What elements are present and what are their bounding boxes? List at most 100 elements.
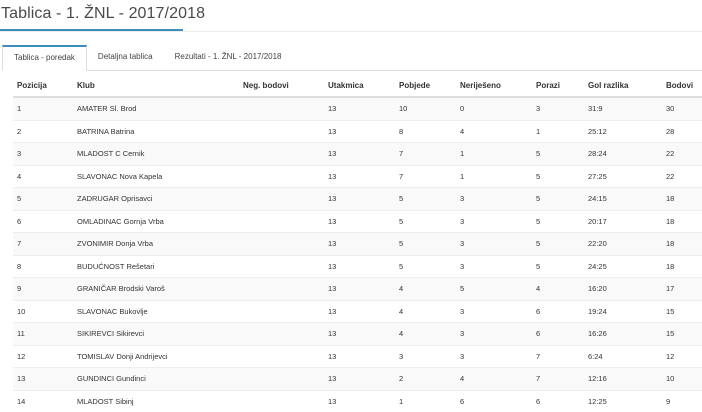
col-gol-razlika-cell: 22:20 bbox=[584, 232, 662, 255]
col-neg-bodovi-cell bbox=[239, 277, 324, 300]
col-pozicija-header[interactable]: Pozicija bbox=[13, 75, 73, 98]
col-klub-cell: BATRINA Batrina bbox=[73, 119, 239, 143]
col-nerijeseno-cell: 4 bbox=[456, 367, 532, 390]
col-pobjede-header[interactable]: Pobjede bbox=[395, 75, 456, 98]
col-pobjede-cell: 7 bbox=[395, 164, 456, 188]
col-nerijeseno-cell: 3 bbox=[456, 209, 532, 233]
col-pobjede-cell: 4 bbox=[395, 322, 456, 345]
table-row: 9 GRANIČAR Brodski Varoš 13 4 5 4 16:20 17 bbox=[13, 277, 702, 300]
col-utakmica-cell: 13 bbox=[324, 322, 395, 345]
col-pobjede-cell: 4 bbox=[395, 299, 456, 323]
col-gol-razlika-cell: 16:20 bbox=[584, 277, 662, 300]
col-pozicija-cell: 14 bbox=[13, 389, 73, 412]
col-nerijeseno-cell: 6 bbox=[456, 389, 532, 412]
table-row: 1 AMATER Sl. Brod 13 10 0 3 31:9 30 bbox=[13, 97, 702, 120]
col-bodovi-cell: 22 bbox=[662, 164, 702, 188]
col-bodovi-header[interactable]: Bodovi bbox=[662, 75, 702, 98]
table-row: 4 SLAVONAC Nova Kapela 13 7 1 5 27:25 22 bbox=[13, 164, 702, 188]
col-porazi-cell: 1 bbox=[532, 119, 584, 143]
table-row: 10 SLAVONAC Bukovlje 13 4 3 6 19:24 15 bbox=[13, 299, 702, 323]
col-neg-bodovi-cell bbox=[239, 164, 324, 188]
col-porazi-cell: 4 bbox=[532, 277, 584, 300]
col-bodovi-cell: 15 bbox=[662, 299, 702, 323]
col-bodovi-cell: 28 bbox=[662, 119, 702, 143]
tab-tablica-poredak[interactable]: Tablica - poredak bbox=[2, 45, 87, 71]
col-pozicija-cell: 4 bbox=[13, 164, 73, 188]
col-neg-bodovi-cell bbox=[239, 344, 324, 368]
col-neg-bodovi-cell bbox=[239, 322, 324, 345]
tab-detaljna-tablica[interactable]: Detaljna tablica bbox=[87, 45, 164, 69]
table-row: 13 GUNDINCI Gundinci 13 2 4 7 12:16 10 bbox=[13, 367, 702, 390]
col-pobjede-cell: 5 bbox=[395, 254, 456, 278]
col-porazi-cell: 5 bbox=[532, 209, 584, 233]
col-pozicija-cell: 13 bbox=[13, 367, 73, 390]
col-porazi-cell: 5 bbox=[532, 142, 584, 165]
table-row: 12 TOMISLAV Donji Andrijevci 13 3 3 7 6:24 12 bbox=[13, 344, 702, 368]
page-title: Tablica - 1. ŽNL - 2017/2018 bbox=[1, 5, 206, 22]
table-row: 6 OMLADINAC Gornja Vrba 13 5 3 5 20:17 18 bbox=[13, 209, 702, 233]
col-utakmica-cell: 13 bbox=[324, 97, 395, 120]
col-klub-cell: ZVONIMIR Donja Vrba bbox=[73, 232, 239, 255]
col-neg-bodovi-cell bbox=[239, 119, 324, 143]
standings-table: Pozicija Klub Neg. bodovi Utakmica Pobjede Ne… bbox=[13, 75, 702, 412]
col-pozicija-cell: 11 bbox=[13, 322, 73, 345]
col-pobjede-cell: 5 bbox=[395, 232, 456, 255]
col-nerijeseno-header[interactable]: Neriješeno bbox=[456, 75, 532, 98]
col-pobjede-cell: 5 bbox=[395, 209, 456, 233]
col-gol-razlika-cell: 27:25 bbox=[584, 164, 662, 188]
col-porazi-cell: 3 bbox=[532, 97, 584, 120]
col-pobjede-cell: 7 bbox=[395, 142, 456, 165]
col-utakmica-cell: 13 bbox=[324, 164, 395, 188]
col-nerijeseno-cell: 3 bbox=[456, 232, 532, 255]
col-utakmica-cell: 13 bbox=[324, 277, 395, 300]
col-porazi-cell: 5 bbox=[532, 254, 584, 278]
col-klub-cell: BUDUĆNOST Rešetari bbox=[73, 254, 239, 278]
col-pozicija-cell: 10 bbox=[13, 299, 73, 323]
col-klub-cell: AMATER Sl. Brod bbox=[73, 97, 239, 120]
table-row: 2 BATRINA Batrina 13 8 4 1 25:12 28 bbox=[13, 119, 702, 143]
col-pobjede-cell: 1 bbox=[395, 389, 456, 412]
table-row: 14 MLADOST Sibinj 13 1 6 6 12:25 9 bbox=[13, 389, 702, 412]
col-porazi-cell: 5 bbox=[532, 187, 584, 210]
tab-rezultati[interactable]: Rezultati - 1. ŽNL - 2017/2018 bbox=[164, 45, 293, 69]
col-klub-cell: TOMISLAV Donji Andrijevci bbox=[73, 344, 239, 368]
col-gol-razlika-cell: 12:16 bbox=[584, 367, 662, 390]
col-neg-bodovi-header[interactable]: Neg. bodovi bbox=[239, 75, 324, 98]
col-pozicija-cell: 6 bbox=[13, 209, 73, 233]
col-neg-bodovi-cell bbox=[239, 187, 324, 210]
col-bodovi-cell: 18 bbox=[662, 254, 702, 278]
col-utakmica-cell: 13 bbox=[324, 142, 395, 165]
col-gol-razlika-header[interactable]: Gol razlika bbox=[584, 75, 662, 98]
col-utakmica-header[interactable]: Utakmica bbox=[324, 75, 395, 98]
col-nerijeseno-cell: 3 bbox=[456, 322, 532, 345]
col-neg-bodovi-cell bbox=[239, 97, 324, 120]
col-porazi-cell: 5 bbox=[532, 232, 584, 255]
title-divider bbox=[0, 31, 702, 32]
col-klub-header[interactable]: Klub bbox=[73, 75, 239, 98]
col-nerijeseno-cell: 1 bbox=[456, 164, 532, 188]
col-utakmica-cell: 13 bbox=[324, 299, 395, 323]
col-pozicija-cell: 12 bbox=[13, 344, 73, 368]
col-nerijeseno-cell: 4 bbox=[456, 119, 532, 143]
col-klub-cell: GUNDINCI Gundinci bbox=[73, 367, 239, 390]
col-pobjede-cell: 2 bbox=[395, 367, 456, 390]
col-porazi-cell: 7 bbox=[532, 344, 584, 368]
col-porazi-cell: 6 bbox=[532, 389, 584, 412]
col-porazi-cell: 6 bbox=[532, 299, 584, 323]
col-porazi-header[interactable]: Porazi bbox=[532, 75, 584, 98]
col-bodovi-cell: 18 bbox=[662, 209, 702, 233]
col-neg-bodovi-cell bbox=[239, 142, 324, 165]
col-pozicija-cell: 9 bbox=[13, 277, 73, 300]
col-klub-cell: SIKIREVCI Sikirevci bbox=[73, 322, 239, 345]
col-gol-razlika-cell: 19:24 bbox=[584, 299, 662, 323]
col-pobjede-cell: 3 bbox=[395, 344, 456, 368]
col-bodovi-cell: 15 bbox=[662, 322, 702, 345]
col-nerijeseno-cell: 0 bbox=[456, 97, 532, 120]
col-gol-razlika-cell: 12:25 bbox=[584, 389, 662, 412]
table-row: 8 BUDUĆNOST Rešetari 13 5 3 5 24:25 18 bbox=[13, 254, 702, 278]
col-bodovi-cell: 18 bbox=[662, 187, 702, 210]
col-klub-cell: SLAVONAC Nova Kapela bbox=[73, 164, 239, 188]
col-porazi-cell: 6 bbox=[532, 322, 584, 345]
col-utakmica-cell: 13 bbox=[324, 367, 395, 390]
col-gol-razlika-cell: 31:9 bbox=[584, 97, 662, 120]
